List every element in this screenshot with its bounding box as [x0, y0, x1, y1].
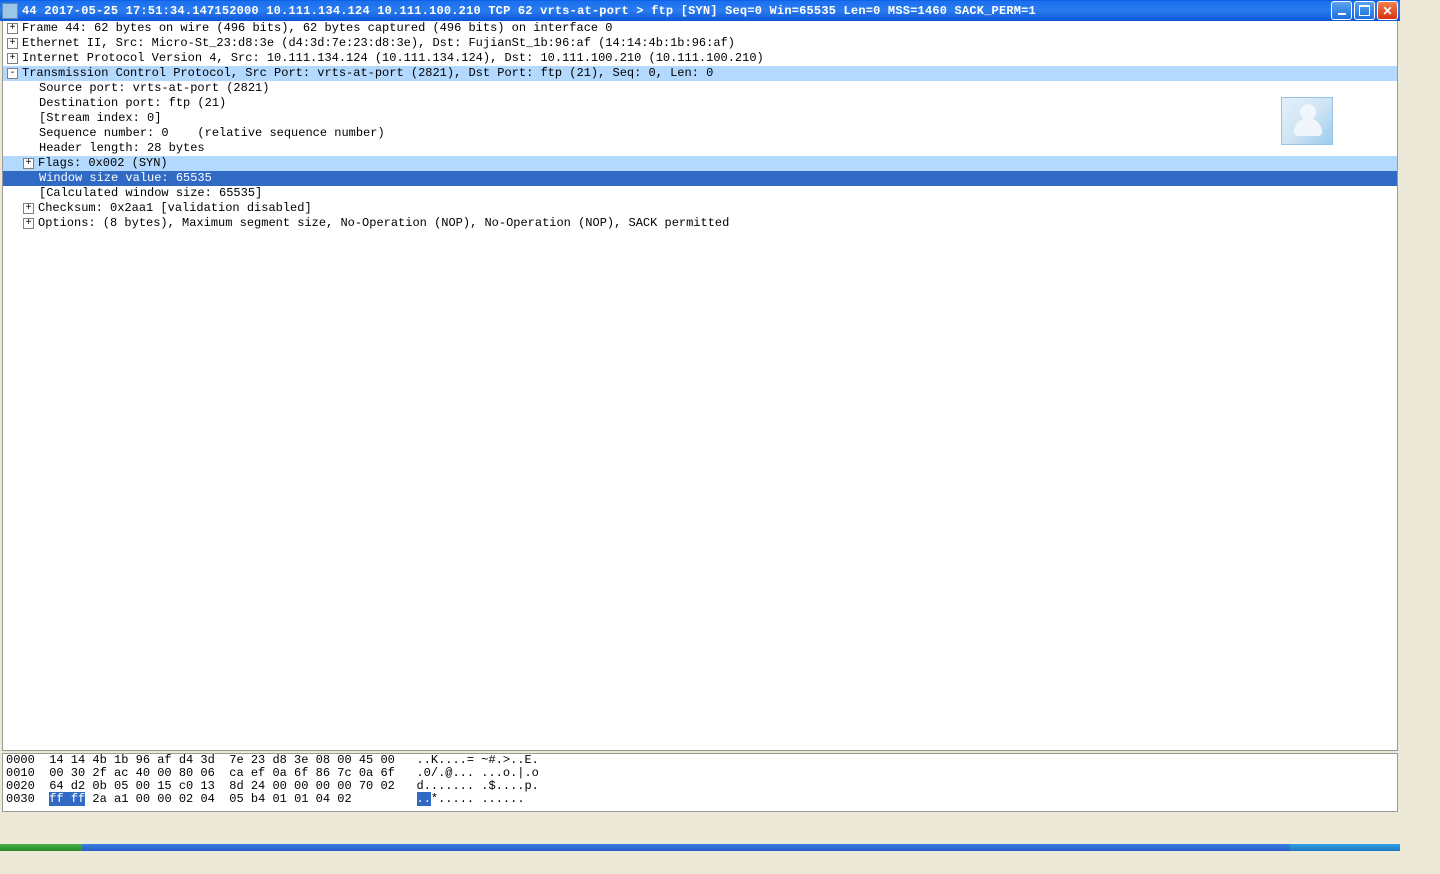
window-controls [1331, 1, 1398, 20]
tree-label: Options: (8 bytes), Maximum segment size… [38, 216, 1397, 231]
tree-row-calcwin[interactable]: [Calculated window size: 65535] [3, 186, 1397, 201]
system-tray[interactable] [1290, 844, 1400, 851]
hex-offset: 0030 [6, 792, 49, 806]
tree-label: Header length: 28 bytes [39, 141, 1397, 156]
tree-row-srcport[interactable]: Source port: vrts-at-port (2821) [3, 81, 1397, 96]
tree-label: Internet Protocol Version 4, Src: 10.111… [22, 51, 1397, 66]
maximize-button[interactable] [1354, 1, 1375, 20]
hex-dump-pane[interactable]: 0000 14 14 4b 1b 96 af d4 3d 7e 23 d8 3e… [2, 753, 1398, 812]
tree-row-flags[interactable]: Flags: 0x002 (SYN) [3, 156, 1397, 171]
tree-row-frame[interactable]: Frame 44: 62 bytes on wire (496 bits), 6… [3, 21, 1397, 36]
app-icon [2, 3, 18, 19]
tree-row-checksum[interactable]: Checksum: 0x2aa1 [validation disabled] [3, 201, 1397, 216]
tree-row-options[interactable]: Options: (8 bytes), Maximum segment size… [3, 216, 1397, 231]
tree-label: Window size value: 65535 [39, 171, 1397, 186]
avatar-icon [1281, 97, 1333, 145]
tree-row-ip[interactable]: Internet Protocol Version 4, Src: 10.111… [3, 51, 1397, 66]
expand-icon[interactable] [23, 158, 34, 169]
expand-icon[interactable] [23, 203, 34, 214]
hex-row[interactable]: 0030 ff ff 2a a1 00 00 02 04 05 b4 01 01… [3, 793, 1397, 806]
tree-row-winsize[interactable]: Window size value: 65535 [3, 171, 1397, 186]
tree-row-dstport[interactable]: Destination port: ftp (21) [3, 96, 1397, 111]
titlebar[interactable]: 44 2017-05-25 17:51:34.147152000 10.111.… [0, 0, 1400, 21]
tree-label: Frame 44: 62 bytes on wire (496 bits), 6… [22, 21, 1397, 36]
tree-row-hdrlen[interactable]: Header length: 28 bytes [3, 141, 1397, 156]
tree-label: Transmission Control Protocol, Src Port:… [22, 66, 1397, 81]
expand-icon[interactable] [23, 218, 34, 229]
tree-label: [Stream index: 0] [39, 111, 1397, 126]
hex-ascii: *..... ...... [431, 792, 525, 806]
window-title: 44 2017-05-25 17:51:34.147152000 10.111.… [22, 4, 1331, 18]
minimize-button[interactable] [1331, 1, 1352, 20]
tree-row-seq[interactable]: Sequence number: 0 (relative sequence nu… [3, 126, 1397, 141]
expand-icon[interactable] [7, 38, 18, 49]
tree-row-tcp[interactable]: Transmission Control Protocol, Src Port:… [3, 66, 1397, 81]
expand-icon[interactable] [7, 53, 18, 64]
hex-bytes: 2a a1 00 00 02 04 05 b4 01 01 04 02 [85, 792, 416, 806]
hex-selected-ascii: .. [417, 792, 431, 806]
tree-label: Sequence number: 0 (relative sequence nu… [39, 126, 1397, 141]
close-button[interactable] [1377, 1, 1398, 20]
tree-label: Ethernet II, Src: Micro-St_23:d8:3e (d4:… [22, 36, 1397, 51]
tree-label: Source port: vrts-at-port (2821) [39, 81, 1397, 96]
tree-label: Flags: 0x002 (SYN) [38, 156, 1397, 171]
tree-label: Checksum: 0x2aa1 [validation disabled] [38, 201, 1397, 216]
packet-details-pane[interactable]: Frame 44: 62 bytes on wire (496 bits), 6… [2, 21, 1398, 751]
hex-selected-bytes: ff ff [49, 792, 85, 806]
tree-row-ethernet[interactable]: Ethernet II, Src: Micro-St_23:d8:3e (d4:… [3, 36, 1397, 51]
taskbar[interactable] [0, 844, 1400, 851]
start-button[interactable] [0, 844, 82, 851]
collapse-icon[interactable] [7, 68, 18, 79]
expand-icon[interactable] [7, 23, 18, 34]
tree-label: [Calculated window size: 65535] [39, 186, 1397, 201]
tree-row-stream[interactable]: [Stream index: 0] [3, 111, 1397, 126]
tree-label: Destination port: ftp (21) [39, 96, 1397, 111]
